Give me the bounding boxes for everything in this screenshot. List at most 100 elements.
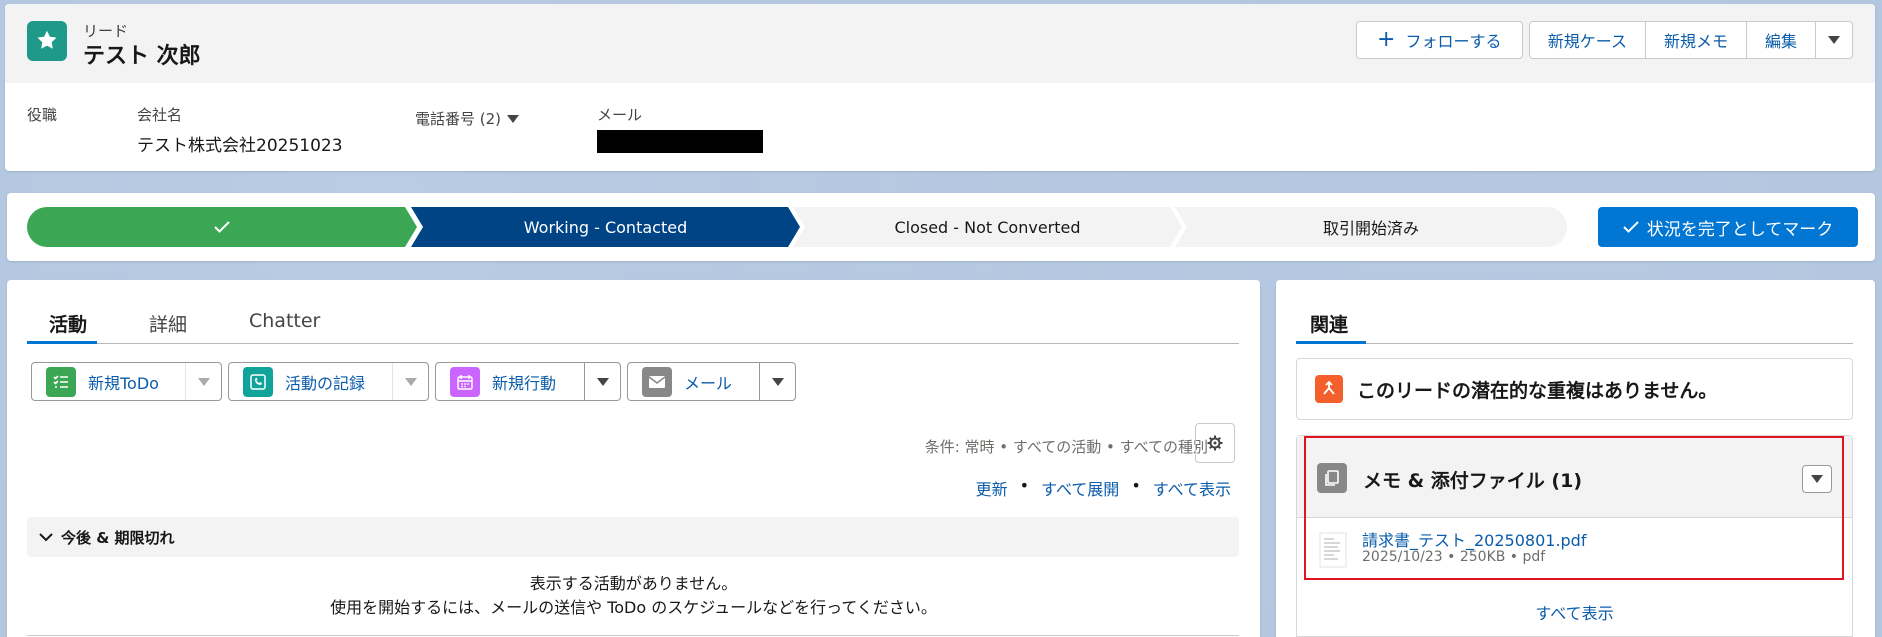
log-call-dropdown[interactable] xyxy=(392,363,428,400)
new-event-dropdown[interactable] xyxy=(584,363,620,400)
plus-icon: + xyxy=(1377,27,1396,52)
gear-icon xyxy=(1207,435,1223,451)
expand-all-link[interactable]: すべて展開 xyxy=(1041,476,1119,500)
mark-button-label: 状況を完了としてマーク xyxy=(1646,219,1834,240)
divider xyxy=(27,635,1239,636)
path-card: Working - Contacted Closed - Not Convert… xyxy=(7,193,1875,261)
company-field: 会社名 テスト株式会社20251023 xyxy=(137,104,343,156)
tab-activity[interactable]: 活動 xyxy=(49,310,87,337)
new-todo-label: 新規ToDo xyxy=(88,373,159,393)
log-call-label: 活動の記録 xyxy=(285,373,366,393)
path-stage-converted[interactable]: 取引開始済み xyxy=(1175,207,1567,247)
pdf-thumbnail-icon[interactable] xyxy=(1319,532,1347,568)
new-todo-button[interactable]: 新規ToDo xyxy=(32,363,185,400)
tab-chatter[interactable]: Chatter xyxy=(249,310,320,332)
caret-down-icon xyxy=(507,114,520,123)
upcoming-title: 今後 & 期限切れ xyxy=(61,528,175,547)
duplicates-text: このリードの潜在的な重複はありません。 xyxy=(1357,379,1718,402)
view-all-link[interactable]: すべて表示 xyxy=(1153,476,1231,500)
record-name: テスト 次郎 xyxy=(83,44,201,69)
chevron-down-icon xyxy=(197,377,210,386)
link-separator: • xyxy=(1131,476,1141,495)
related-tabs: 関連 xyxy=(1296,302,1853,344)
notes-attachments-title[interactable]: メモ & 添付ファイル (1) xyxy=(1363,466,1582,493)
log-call-button[interactable]: 活動の記録 xyxy=(229,363,392,400)
action-button-group: 新規ケース 新規メモ 編集 xyxy=(1528,21,1853,59)
follow-button[interactable]: + フォローする xyxy=(1355,21,1523,59)
new-event-button[interactable]: 新規行動 xyxy=(436,363,584,400)
task-icon xyxy=(46,366,76,397)
mark-status-complete-button[interactable]: 状況を完了としてマーク xyxy=(1598,207,1858,247)
phone-field[interactable]: 電話番号 (2) xyxy=(415,108,520,129)
check-icon xyxy=(214,221,230,233)
activity-links: 更新 • すべて展開 • すべて表示 xyxy=(976,476,1231,500)
check-icon xyxy=(1623,221,1639,233)
notes-actions-dropdown[interactable] xyxy=(1802,465,1832,493)
redacted-email-value xyxy=(597,130,763,153)
path-stage-closed-not-converted[interactable]: Closed - Not Converted xyxy=(793,207,1182,247)
notes-view-all-link[interactable]: すべて表示 xyxy=(1297,600,1852,624)
email-button[interactable]: メール xyxy=(628,363,759,400)
log-call-publisher: 活動の記録 xyxy=(228,362,429,401)
path-stage-label: 取引開始済み xyxy=(1322,219,1419,238)
new-memo-button[interactable]: 新規メモ xyxy=(1644,21,1747,59)
email-label: メール xyxy=(684,373,733,393)
chevron-down-icon xyxy=(596,377,609,386)
new-case-button[interactable]: 新規ケース xyxy=(1528,21,1646,59)
notes-attachments-card: メモ & 添付ファイル (1) 請求書_テスト_20250801.pdf 202… xyxy=(1296,435,1853,637)
path-stage-completed[interactable] xyxy=(27,207,417,247)
new-event-publisher: 新規行動 xyxy=(435,362,621,401)
follow-label: フォローする xyxy=(1405,32,1502,51)
related-card: 関連 このリードの潜在的な重複はありません。 メモ & 添付ファイル (1) 請… xyxy=(1276,280,1875,637)
activity-publisher: 新規ToDo 活動の記録 新規行動 メール xyxy=(31,362,796,401)
refresh-link[interactable]: 更新 xyxy=(976,476,1008,500)
chevron-down-icon xyxy=(1828,36,1840,44)
email-dropdown[interactable] xyxy=(759,363,795,400)
tab-related[interactable]: 関連 xyxy=(1310,310,1348,337)
duplicate-check-card: このリードの潜在的な重複はありません。 xyxy=(1296,358,1853,420)
path-stage-label: Closed - Not Converted xyxy=(894,217,1081,237)
empty-activity-message: 表示する活動がありません。 xyxy=(529,574,738,593)
merge-icon xyxy=(1315,375,1343,403)
title-field: 役職 xyxy=(27,104,57,125)
new-todo-dropdown[interactable] xyxy=(185,363,221,400)
record-tabs: 活動 詳細 Chatter xyxy=(27,302,1239,344)
notes-attachments-header: メモ & 添付ファイル (1) xyxy=(1297,436,1852,518)
log-call-icon xyxy=(243,366,273,397)
active-tab-indicator xyxy=(1296,341,1366,344)
link-separator: • xyxy=(1019,476,1030,495)
email-label: メール xyxy=(597,106,643,124)
lead-icon xyxy=(27,21,67,61)
email-field: メール xyxy=(597,104,642,125)
path-stage-label: Working - Contacted xyxy=(523,217,688,237)
edit-button[interactable]: 編集 xyxy=(1745,21,1816,59)
new-event-label: 新規行動 xyxy=(492,373,557,393)
activity-filter-text: 条件: 常時 • すべての活動 • すべての種別 xyxy=(924,438,1208,456)
upcoming-overdue-section[interactable]: 今後 & 期限切れ xyxy=(27,517,1239,557)
email-icon xyxy=(642,366,672,397)
more-actions-button[interactable] xyxy=(1815,21,1853,59)
chevron-down-icon xyxy=(404,377,417,386)
path-stage-current[interactable]: Working - Contacted xyxy=(411,207,800,247)
company-value: テスト株式会社20251023 xyxy=(137,136,343,156)
files-icon xyxy=(1317,463,1347,493)
calendar-icon xyxy=(450,366,480,397)
attachment-file-meta: 2025/10/23 • 250KB • pdf xyxy=(1362,549,1546,565)
tab-details[interactable]: 詳細 xyxy=(149,310,187,337)
chevron-down-icon xyxy=(39,533,53,542)
header-top: リード テスト 次郎 + フォローする 新規ケース 新規メモ 編集 xyxy=(5,4,1875,83)
sales-path: Working - Contacted Closed - Not Convert… xyxy=(27,207,1567,247)
header-actions: + フォローする 新規ケース 新規メモ 編集 xyxy=(1355,21,1853,59)
empty-activity-hint: 使用を開始するには、メールの送信や ToDo のスケジュールなどを行ってください… xyxy=(330,598,937,617)
company-label: 会社名 xyxy=(137,106,183,124)
attachment-file-link[interactable]: 請求書_テスト_20250801.pdf xyxy=(1362,527,1586,551)
record-header: リード テスト 次郎 + フォローする 新規ケース 新規メモ 編集 役職 会社名… xyxy=(5,4,1875,171)
email-publisher: メール xyxy=(627,362,796,401)
phone-label: 電話番号 (2) xyxy=(415,110,502,128)
chevron-down-icon xyxy=(1811,475,1823,483)
activity-card: 活動 詳細 Chatter 新規ToDo 活動の記録 新規行動 メール 条件: … xyxy=(7,280,1260,637)
activity-settings-button[interactable] xyxy=(1195,423,1235,463)
active-tab-indicator xyxy=(27,341,97,344)
chevron-down-icon xyxy=(771,377,784,386)
new-todo-publisher: 新規ToDo xyxy=(31,362,222,401)
